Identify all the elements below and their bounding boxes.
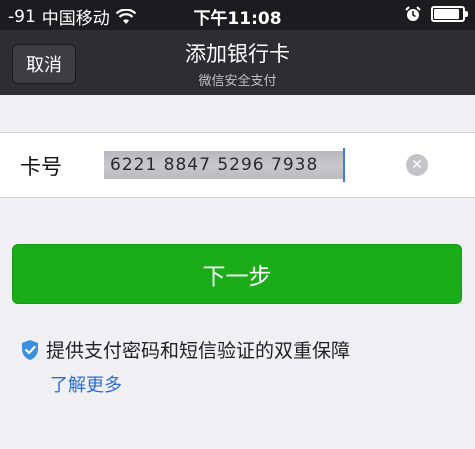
status-time: 下午11:08 bbox=[193, 9, 282, 29]
clear-icon[interactable]: ✕ bbox=[406, 154, 428, 176]
alarm-clock-icon bbox=[405, 6, 421, 21]
battery-icon bbox=[431, 6, 468, 22]
security-notice: 提供支付密码和短信验证的双重保障 bbox=[20, 336, 350, 363]
card-number-input[interactable] bbox=[104, 151, 344, 179]
battery-level-fill bbox=[434, 9, 459, 19]
learn-more-link[interactable]: 了解更多 bbox=[50, 371, 122, 397]
next-step-button[interactable]: 下一步 bbox=[12, 244, 462, 304]
card-number-row: 卡号 bbox=[0, 132, 475, 198]
navigation-bar: 取消 添加银行卡 微信安全支付 bbox=[0, 30, 475, 95]
shield-check-icon bbox=[22, 339, 38, 360]
status-bar: -91 中国移动 下午11:08 bbox=[0, 0, 475, 30]
security-notice-text: 提供支付密码和短信验证的双重保障 bbox=[46, 340, 351, 362]
text-cursor bbox=[343, 148, 345, 182]
page-subtitle: 微信安全支付 bbox=[198, 74, 277, 89]
card-number-label: 卡号 bbox=[20, 155, 62, 179]
status-right bbox=[405, 6, 468, 22]
page-title: 添加银行卡 bbox=[185, 42, 290, 66]
